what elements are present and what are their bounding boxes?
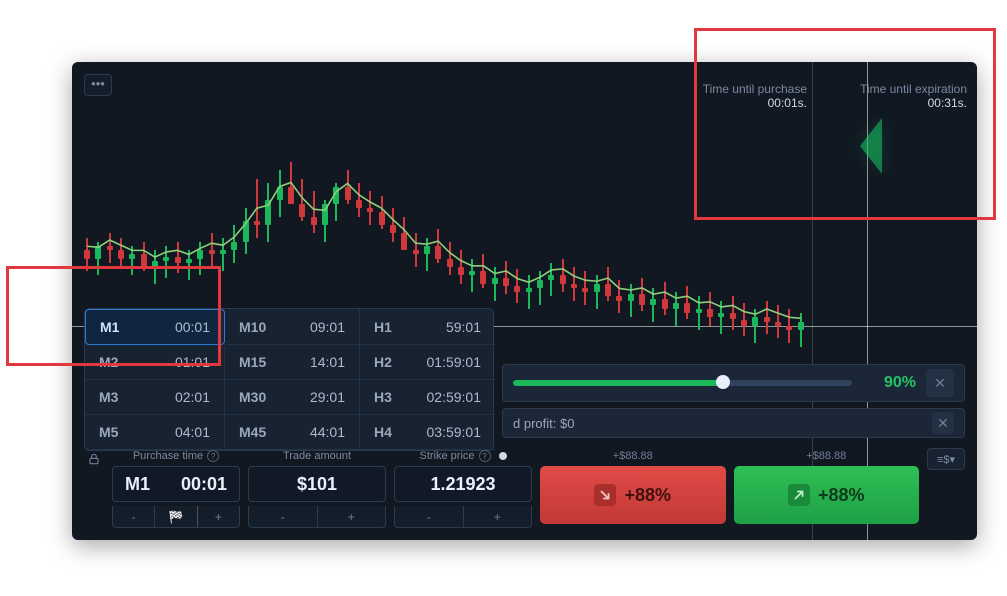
timeframe-H3[interactable]: H302:59:01 bbox=[360, 380, 495, 415]
profit-label: d profit: $0 bbox=[513, 416, 574, 431]
timeframe-popup[interactable]: M100:01M1009:01H159:01 M201:01M1514:01H20… bbox=[84, 308, 494, 451]
timer-expiration-label: Time until expiration bbox=[817, 82, 967, 96]
trade-amount-minus[interactable]: - bbox=[249, 506, 318, 527]
timeframe-M15[interactable]: M1514:01 bbox=[225, 345, 360, 380]
close-profit-button[interactable]: ✕ bbox=[932, 412, 954, 434]
currency-selector[interactable]: ≡$▾ bbox=[927, 448, 965, 470]
timer-purchase-label: Time until purchase bbox=[667, 82, 807, 96]
timeframe-M5[interactable]: M504:01 bbox=[85, 415, 225, 450]
strike-price-stepper: - + bbox=[394, 506, 532, 528]
purchase-time-field[interactable]: M1 00:01 bbox=[112, 466, 240, 502]
more-menu-button[interactable]: ••• bbox=[84, 74, 112, 96]
purchase-time-col: Purchase time? M1 00:01 - 🏁 + bbox=[112, 450, 240, 528]
help-icon[interactable]: ? bbox=[479, 450, 491, 462]
trade-bar: Purchase time? M1 00:01 - 🏁 + Trade amou… bbox=[84, 450, 965, 528]
purchase-time-flag-icon[interactable]: 🏁 bbox=[155, 506, 197, 527]
timeframe-M3[interactable]: M302:01 bbox=[85, 380, 225, 415]
timeframe-M10[interactable]: M1009:01 bbox=[225, 309, 360, 345]
timeframe-M45[interactable]: M4544:01 bbox=[225, 415, 360, 450]
purchase-time-label: Purchase time? bbox=[112, 450, 240, 462]
timeframe-H2[interactable]: H201:59:01 bbox=[360, 345, 495, 380]
trading-panel: ••• Time until purchase 00:01s. Time unt… bbox=[72, 62, 977, 540]
payout-slider[interactable] bbox=[513, 380, 852, 386]
trade-amount-plus[interactable]: + bbox=[318, 506, 386, 527]
sell-button[interactable]: +$88.88 +88% bbox=[540, 466, 726, 524]
slider-knob[interactable] bbox=[716, 375, 730, 389]
purchase-time-stepper: - 🏁 + bbox=[112, 506, 240, 528]
trade-amount-stepper: - + bbox=[248, 506, 386, 528]
timeframe-M1[interactable]: M100:01 bbox=[85, 309, 225, 345]
strike-price-plus[interactable]: + bbox=[464, 506, 532, 527]
lock-icon bbox=[84, 450, 104, 528]
trade-amount-field[interactable]: $101 bbox=[248, 466, 386, 502]
timer-purchase-value: 00:01s. bbox=[667, 96, 807, 110]
purchase-time-plus[interactable]: + bbox=[198, 506, 239, 527]
timer-purchase: Time until purchase 00:01s. bbox=[667, 82, 807, 110]
trade-amount-col: Trade amount $101 - + bbox=[248, 450, 386, 528]
buy-button[interactable]: +$88.88 +88% bbox=[734, 466, 920, 524]
strike-price-field[interactable]: 1.21923 bbox=[394, 466, 532, 502]
buy-top-payout: +$88.88 bbox=[806, 450, 846, 462]
dot-icon bbox=[499, 452, 507, 460]
profit-row: d profit: $0 ✕ bbox=[502, 408, 965, 438]
strike-price-col: Strike price? 1.21923 - + bbox=[394, 450, 532, 528]
timeframe-H1[interactable]: H159:01 bbox=[360, 309, 495, 345]
timeframe-M30[interactable]: M3029:01 bbox=[225, 380, 360, 415]
help-icon[interactable]: ? bbox=[207, 450, 219, 462]
payout-percent: 90% bbox=[862, 374, 916, 392]
payout-slider-row: 90% ✕ bbox=[502, 364, 965, 402]
arrow-up-right-icon bbox=[788, 484, 810, 506]
purchase-time-minus[interactable]: - bbox=[113, 506, 155, 527]
timer-expiration: Time until expiration 00:31s. bbox=[817, 82, 967, 110]
strike-price-label: Strike price? bbox=[394, 450, 532, 462]
timer-expiration-value: 00:31s. bbox=[817, 96, 967, 110]
timeframe-M2[interactable]: M201:01 bbox=[85, 345, 225, 380]
trade-amount-label: Trade amount bbox=[248, 450, 386, 462]
strike-price-minus[interactable]: - bbox=[395, 506, 464, 527]
sell-top-payout: +$88.88 bbox=[613, 450, 653, 462]
close-slider-button[interactable]: ✕ bbox=[926, 369, 954, 397]
timeframe-H4[interactable]: H403:59:01 bbox=[360, 415, 495, 450]
arrow-down-right-icon bbox=[594, 484, 616, 506]
